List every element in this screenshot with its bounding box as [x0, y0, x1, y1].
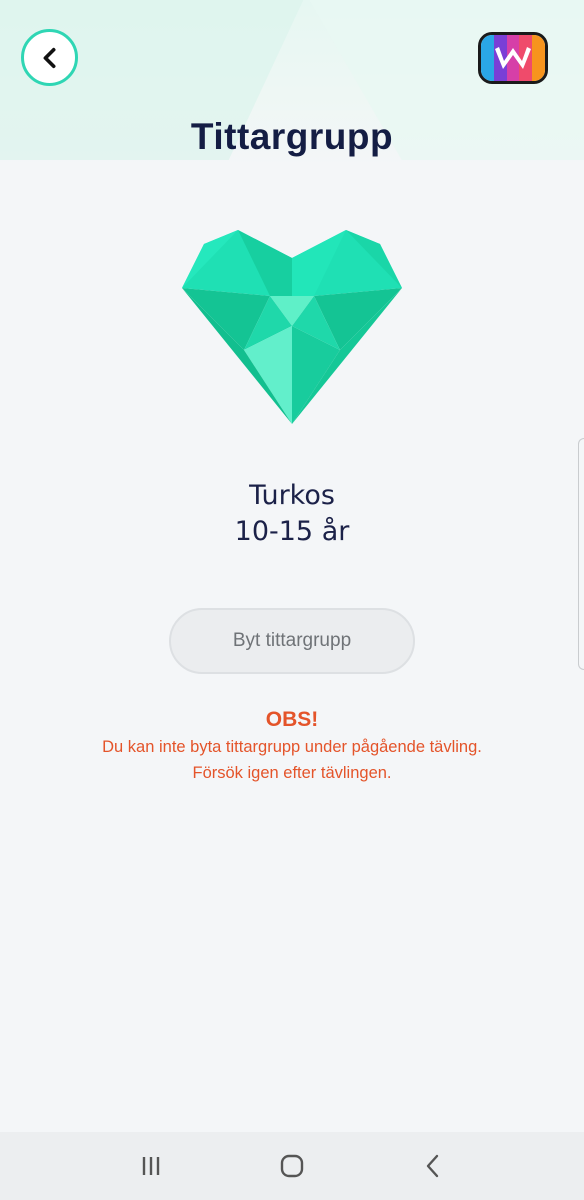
recent-apps-icon [142, 1157, 159, 1175]
change-group-button[interactable]: Byt tittargrupp [169, 608, 415, 674]
heart-gem-icon [182, 230, 402, 424]
group-name: Turkos [249, 480, 335, 511]
system-nav-bar [0, 1132, 584, 1200]
app-logo[interactable] [478, 32, 548, 84]
chevron-left-icon [43, 47, 55, 68]
home-button[interactable] [272, 1146, 312, 1186]
page-title: Tittargrupp [190, 116, 394, 157]
recent-apps-button[interactable] [131, 1146, 171, 1186]
edge-panel-handle[interactable] [578, 438, 584, 670]
back-icon [427, 1154, 439, 1178]
notice-text: Försök igen efter tävlingen. [192, 764, 392, 782]
app-logo-icon [495, 47, 531, 69]
home-icon [280, 1154, 304, 1178]
notice-text: Du kan inte byta tittargrupp under pågåe… [102, 738, 482, 756]
group-age: 10-15 år [234, 516, 350, 547]
system-back-button[interactable] [413, 1146, 453, 1186]
notice-title: OBS! [265, 708, 319, 731]
back-button[interactable] [21, 29, 78, 86]
